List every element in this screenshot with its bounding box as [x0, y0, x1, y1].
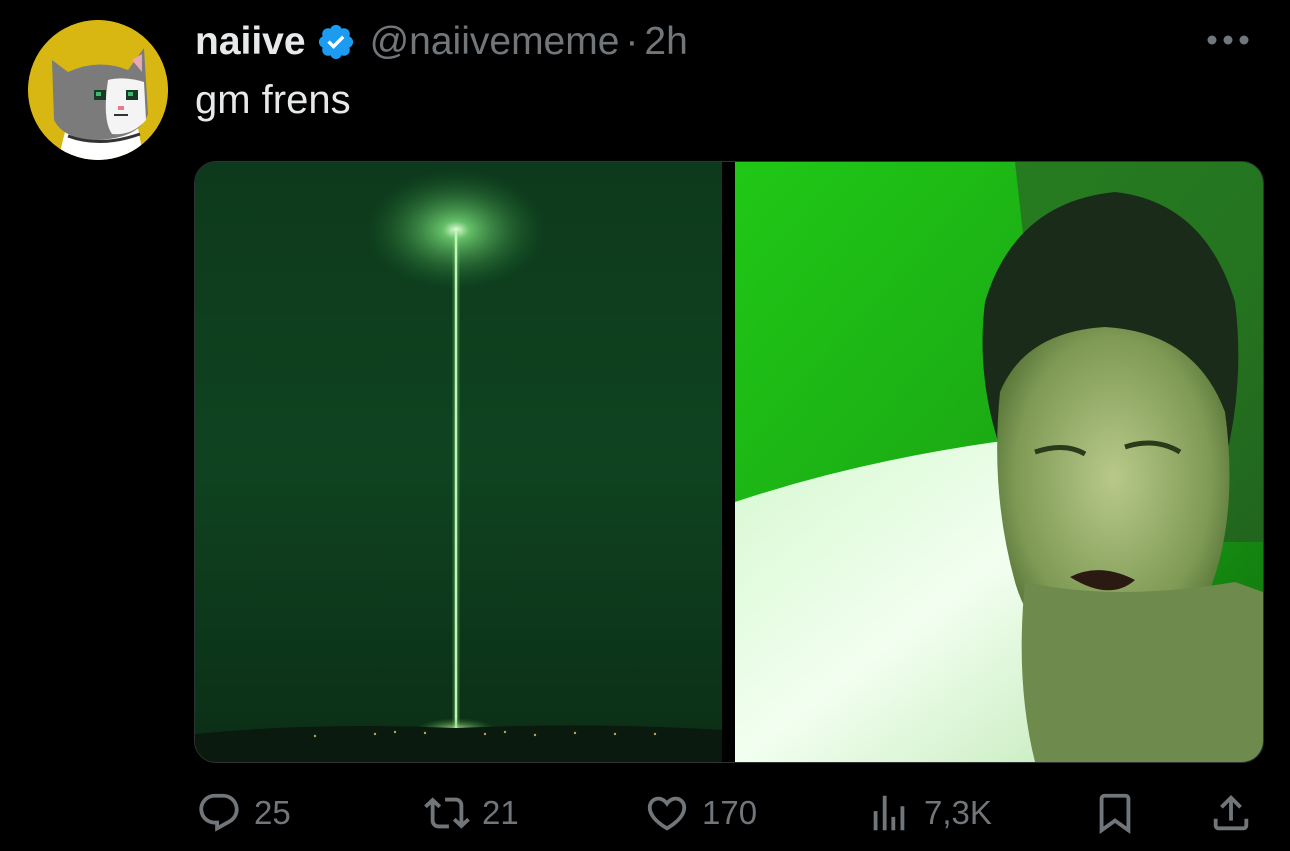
- more-horizontal-icon: [1207, 35, 1249, 45]
- green-light-face-image: [735, 162, 1263, 762]
- like-button[interactable]: 170: [644, 778, 757, 848]
- avatar[interactable]: [28, 20, 168, 160]
- bookmark-button[interactable]: [1092, 778, 1138, 848]
- separator-dot: ·: [625, 20, 639, 63]
- display-name[interactable]: naiive: [195, 20, 306, 64]
- laser-beam-photo[interactable]: [195, 162, 722, 762]
- heart-icon: [647, 796, 687, 831]
- bar-chart-icon: [873, 795, 905, 831]
- like-count: 170: [702, 794, 758, 831]
- media-grid: [194, 161, 1264, 763]
- repost-count: 21: [482, 794, 519, 831]
- laser-night-image: [195, 162, 722, 762]
- tweet-header: naiive @naiivememe · 2h: [195, 14, 688, 70]
- tweet-text: gm frens: [195, 78, 351, 122]
- repost-icon: [424, 797, 470, 829]
- share-icon: [1213, 794, 1249, 831]
- reply-icon: [199, 793, 239, 832]
- share-button[interactable]: [1208, 778, 1254, 848]
- views-count: 7,3K: [924, 794, 992, 831]
- tweet-actions: 25 21 170 7,3K: [0, 778, 1290, 848]
- views-button[interactable]: 7,3K: [866, 778, 992, 848]
- reply-count: 25: [254, 794, 291, 831]
- reply-button[interactable]: 25: [196, 778, 291, 848]
- man-in-bed-photo[interactable]: [735, 162, 1263, 762]
- repost-button[interactable]: 21: [424, 778, 519, 848]
- cat-avatar-image: [28, 20, 168, 160]
- user-handle[interactable]: @naiivememe: [370, 20, 620, 64]
- more-options-button[interactable]: [1200, 22, 1256, 58]
- verified-badge-icon: [318, 24, 353, 60]
- timestamp[interactable]: 2h: [644, 20, 687, 64]
- bookmark-icon: [1099, 793, 1131, 834]
